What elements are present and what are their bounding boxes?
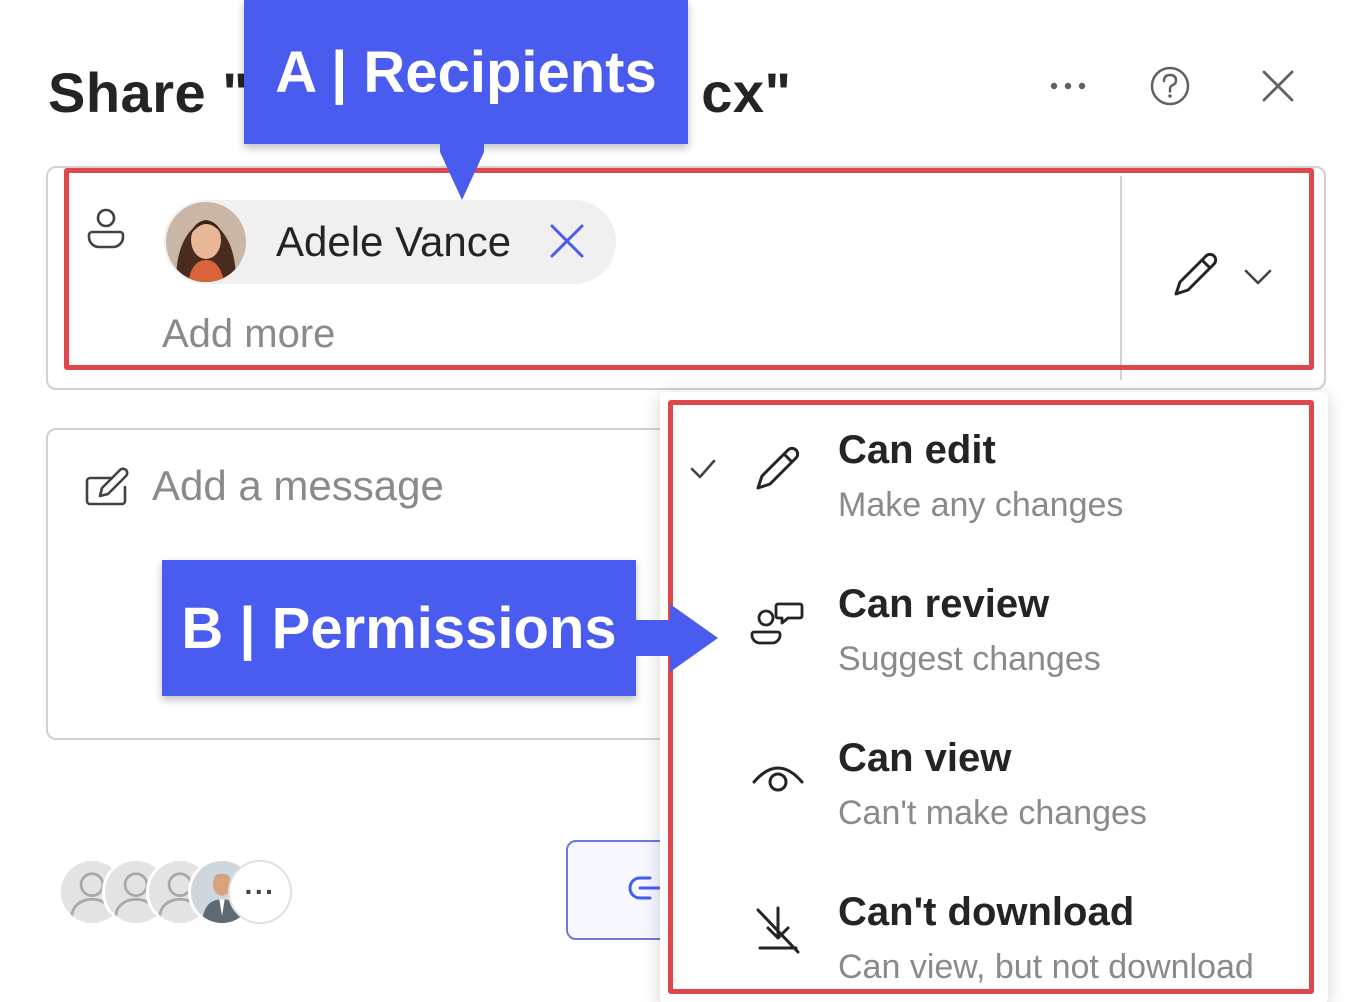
checkmark-icon bbox=[690, 459, 716, 479]
menu-item-subtitle: Can't make changes bbox=[838, 794, 1147, 832]
menu-item-can-view[interactable]: Can view Can't make changes bbox=[670, 718, 1310, 868]
pencil-icon bbox=[756, 446, 800, 490]
review-icon bbox=[750, 602, 804, 645]
menu-item-subtitle: Suggest changes bbox=[838, 640, 1101, 678]
menu-item-can-review[interactable]: Can review Suggest changes bbox=[670, 564, 1310, 714]
more-options-icon[interactable] bbox=[1046, 66, 1090, 106]
person-icon bbox=[87, 208, 125, 249]
recipients-divider bbox=[1120, 176, 1122, 380]
message-placeholder: Add a message bbox=[152, 462, 444, 509]
chevron-down-icon[interactable] bbox=[1240, 262, 1276, 292]
menu-item-subtitle: Make any changes bbox=[838, 486, 1124, 524]
menu-item-title: Can review bbox=[838, 582, 1050, 626]
menu-item-title: Can't download bbox=[838, 890, 1135, 934]
no-download-icon bbox=[756, 906, 800, 954]
menu-item-title: Can edit bbox=[838, 428, 996, 472]
menu-item-title: Can view bbox=[838, 736, 1012, 780]
facepile-more-button[interactable]: ··· bbox=[228, 860, 292, 924]
callout-arrow-down-icon bbox=[440, 138, 484, 200]
callout-arrow-right-icon bbox=[630, 604, 718, 672]
remove-recipient-icon[interactable] bbox=[546, 220, 588, 262]
add-more-input[interactable]: Add more bbox=[162, 312, 335, 357]
close-icon[interactable] bbox=[1258, 66, 1298, 106]
dialog-title-suffix: cx" bbox=[701, 61, 792, 124]
compose-icon bbox=[85, 467, 129, 506]
menu-item-cant-download[interactable]: Can't download Can view, but not downloa… bbox=[670, 872, 1310, 1002]
callout-recipients: A | Recipients bbox=[244, 0, 688, 144]
recipient-chip-name: Adele Vance bbox=[276, 218, 512, 265]
callout-permissions: B | Permissions bbox=[162, 560, 636, 696]
dialog-title-prefix: Share " bbox=[48, 61, 250, 124]
pencil-icon[interactable] bbox=[1164, 246, 1224, 306]
eye-icon bbox=[752, 766, 804, 792]
menu-item-can-edit[interactable]: Can edit Make any changes bbox=[670, 410, 1310, 560]
menu-item-subtitle: Can view, but not download bbox=[838, 948, 1254, 986]
help-icon[interactable] bbox=[1148, 64, 1192, 108]
avatar bbox=[166, 202, 246, 282]
